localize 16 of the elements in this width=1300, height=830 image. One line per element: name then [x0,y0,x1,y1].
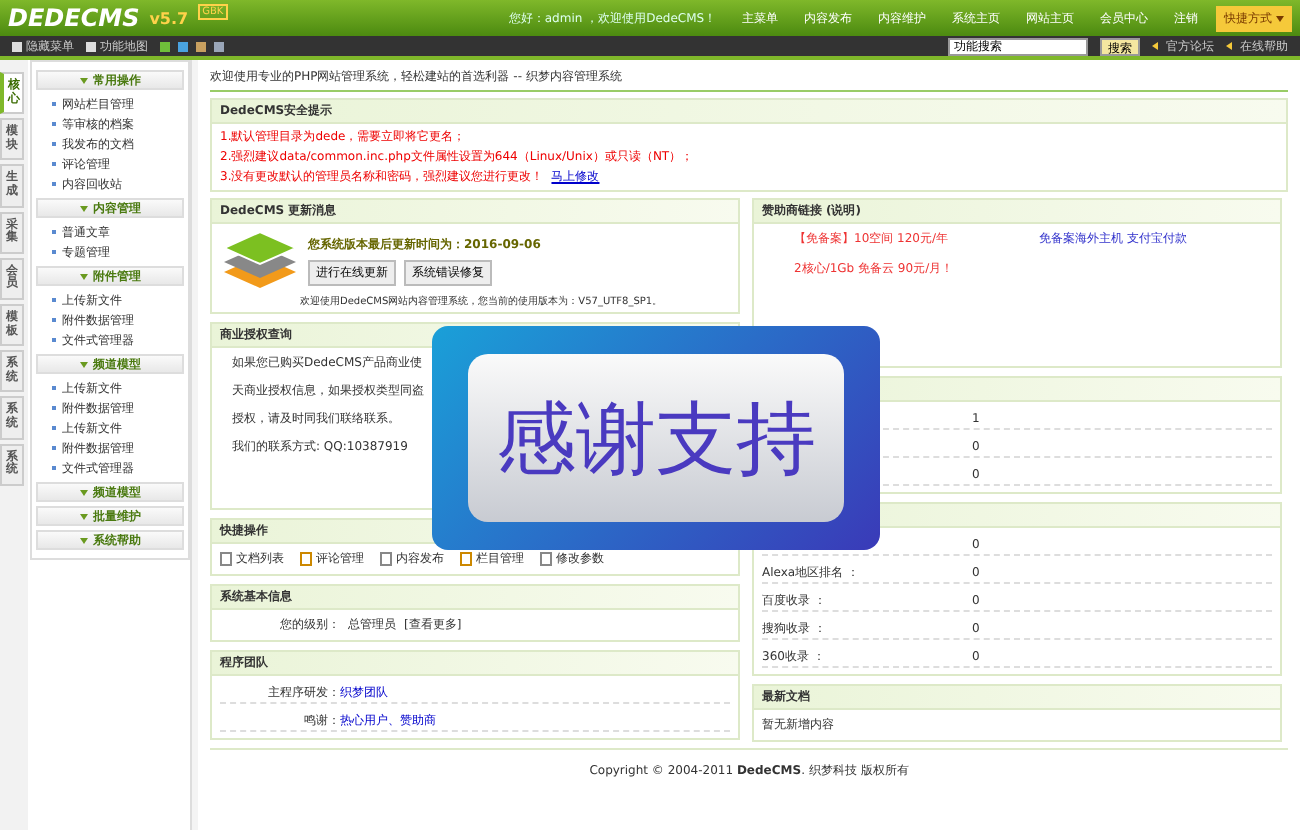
document-icon [220,552,232,566]
document-icon [540,552,552,566]
thanks-button[interactable]: 感谢支持 [468,354,844,522]
document-icon [460,552,472,566]
caret-icon [1276,15,1284,21]
triangle-icon [1226,42,1232,50]
triangle-icon [1152,42,1158,50]
logo: DEDECMS [8,4,140,32]
skin-swatch[interactable] [160,41,170,51]
skin-swatch[interactable] [214,41,224,51]
skin-swatch[interactable] [178,41,188,51]
document-icon [380,552,392,566]
skin-swatch[interactable] [196,41,206,51]
version-label: v5.7 [149,9,189,27]
document-icon [300,552,312,566]
layers-icon [220,228,300,292]
